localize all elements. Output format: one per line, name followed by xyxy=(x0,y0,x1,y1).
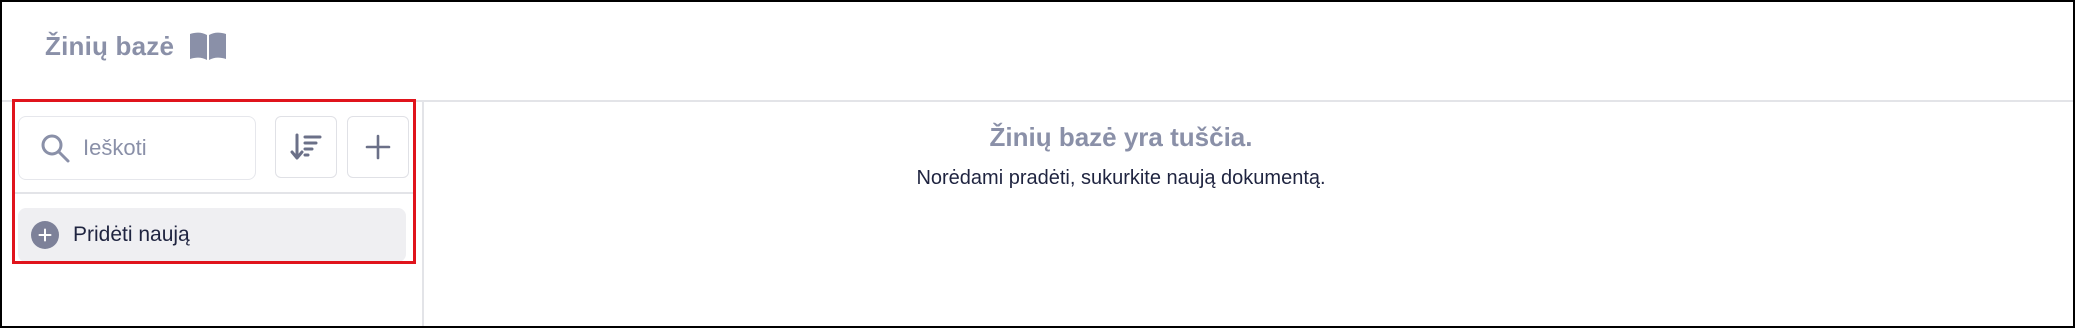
search-input[interactable] xyxy=(81,134,245,162)
page-header: Žinių bazė xyxy=(2,2,2073,102)
search-box[interactable] xyxy=(18,116,256,180)
empty-state-title: Žinių bazė yra tuščia. xyxy=(989,122,1253,152)
header-title-group: Žinių bazė xyxy=(45,30,228,62)
add-document-button[interactable] xyxy=(347,116,409,178)
add-new-label: Pridėti naują xyxy=(73,223,190,246)
main-content: Žinių bazė yra tuščia. Norėdami pradėti,… xyxy=(424,102,2073,326)
plus-icon xyxy=(365,134,391,160)
sidebar-divider xyxy=(14,192,414,194)
plus-icon xyxy=(38,228,52,242)
plus-circle-icon xyxy=(31,221,59,249)
page-title: Žinių bazė xyxy=(45,30,175,61)
add-new-button[interactable]: Pridėti naują xyxy=(18,208,406,262)
book-icon xyxy=(190,32,227,60)
app-window: Žinių bazė Ieškoti Pridėti naują Žinių b… xyxy=(0,0,2075,328)
sidebar: Pridėti naują xyxy=(2,102,424,326)
sort-button[interactable] xyxy=(275,116,337,178)
empty-state-subtitle: Norėdami pradėti, sukurkite naują dokume… xyxy=(916,167,1326,189)
search-icon xyxy=(41,134,70,163)
sort-descending-icon xyxy=(290,133,322,160)
